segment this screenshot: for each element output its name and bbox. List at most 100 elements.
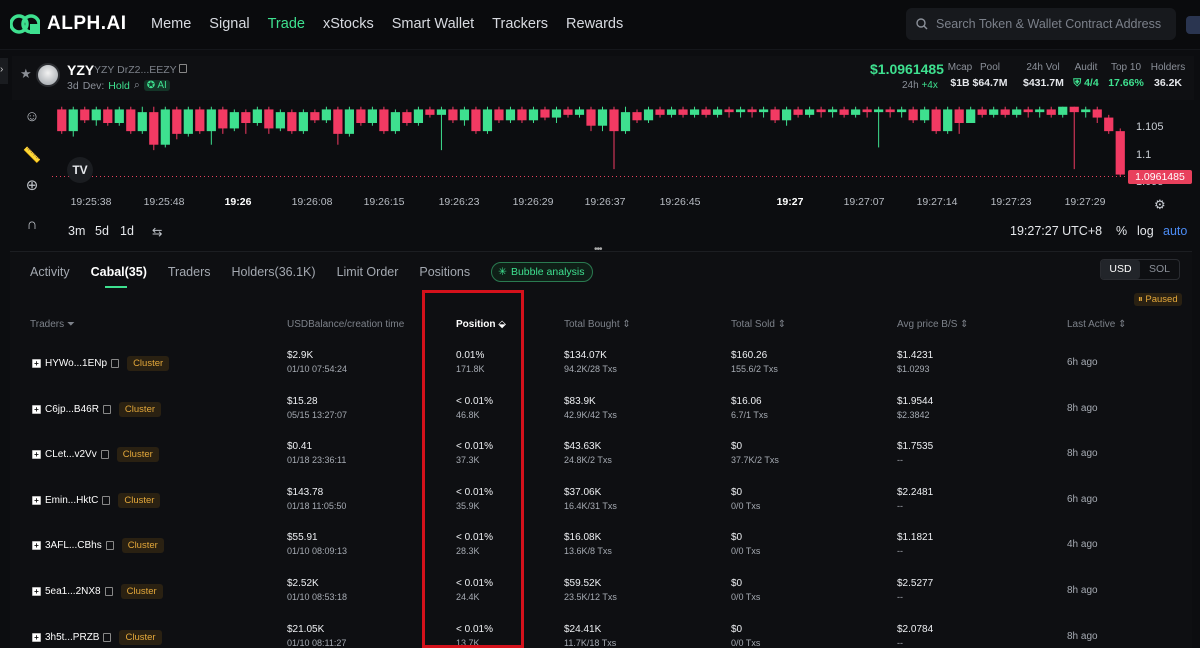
- price-chart[interactable]: [52, 100, 1128, 196]
- expand-icon[interactable]: +: [32, 587, 41, 596]
- expand-icon[interactable]: +: [32, 495, 41, 505]
- table-row[interactable]: + CLet...v2Vv Cluster $0.41 01/18 23:36:11 < …: [10, 432, 1192, 478]
- copy-icon[interactable]: [179, 64, 188, 73]
- date-range-icon[interactable]: ⇆: [152, 224, 162, 239]
- table-row[interactable]: +3h5t...PRZB Cluster $21.05K 01/10 08:11:27…: [10, 615, 1192, 648]
- trader-address[interactable]: 3AFL...CBhs: [45, 540, 102, 551]
- candle: [367, 106, 377, 126]
- candle: [160, 106, 170, 148]
- column-header-total-sold[interactable]: Total Sold ⇕: [731, 319, 786, 330]
- copy-icon[interactable]: [100, 450, 109, 460]
- table-row[interactable]: +5ea1...2NX8 Cluster $2.52K 01/10 08:53:18 <…: [10, 569, 1192, 615]
- token-age: 3d: [67, 79, 79, 92]
- table-row[interactable]: + HYWo...1ENp Cluster $2.9K 01/10 07:54:24 0.…: [10, 341, 1192, 387]
- expand-icon[interactable]: +: [32, 541, 41, 551]
- candle: [298, 109, 308, 134]
- nav-item-meme[interactable]: Meme: [151, 16, 191, 32]
- nav-item-rewards[interactable]: Rewards: [566, 16, 623, 32]
- cluster-badge[interactable]: Cluster: [120, 584, 163, 599]
- log-toggle[interactable]: log: [1137, 224, 1154, 238]
- candle-body: [91, 109, 101, 121]
- tab-limit-order[interactable]: Limit Order: [337, 265, 399, 279]
- candle: [149, 106, 159, 151]
- nav-item-trackers[interactable]: Trackers: [492, 16, 548, 32]
- nav-item-signal[interactable]: Signal: [209, 16, 249, 32]
- nav-item-xstocks[interactable]: xStocks: [323, 16, 374, 32]
- tab-positions[interactable]: Positions: [419, 265, 470, 279]
- candle: [989, 106, 999, 118]
- logo[interactable]: ALPH.AI: [10, 12, 127, 36]
- copy-icon[interactable]: [103, 632, 112, 642]
- trader-address[interactable]: Emin...HktC: [45, 495, 98, 506]
- cluster-badge[interactable]: Cluster: [118, 401, 162, 417]
- trader-address[interactable]: 3h5t...PRZB: [45, 632, 99, 643]
- sold-cell-secondary: 0/0 Txs: [731, 592, 761, 602]
- tab-activity[interactable]: Activity: [30, 265, 70, 279]
- percent-toggle[interactable]: %: [1116, 224, 1127, 238]
- expand-icon[interactable]: +: [32, 404, 41, 414]
- tab-traders[interactable]: Traders: [168, 265, 211, 279]
- sidebar-toggle[interactable]: ›: [0, 58, 8, 84]
- copy-icon[interactable]: [111, 359, 120, 368]
- magnet-icon[interactable]: ∩: [22, 216, 42, 236]
- copy-icon[interactable]: [104, 587, 113, 596]
- stat-value: 17.66%: [1108, 77, 1144, 89]
- tab-holders-k[interactable]: Holders(36.1K): [231, 265, 315, 279]
- trader-address[interactable]: 5ea1...2NX8: [45, 586, 101, 597]
- ai-badge[interactable]: ✪ AI: [143, 80, 170, 91]
- expand-icon[interactable]: +: [32, 632, 41, 642]
- trader-address[interactable]: C6jp...B46R: [45, 404, 99, 415]
- range-3m-button[interactable]: 3m: [68, 224, 85, 238]
- tradingview-logo[interactable]: TV: [67, 157, 93, 183]
- cluster-badge[interactable]: Cluster: [118, 492, 161, 508]
- bubble-analysis-label: Bubble analysis: [510, 266, 585, 278]
- search-box[interactable]: [906, 8, 1176, 40]
- copy-icon[interactable]: [105, 541, 114, 551]
- star-icon[interactable]: ★: [20, 66, 32, 82]
- avg-price-cell-secondary: $1.0293: [897, 364, 930, 374]
- balance-cell-primary: $21.05K: [287, 623, 325, 635]
- currency-sol[interactable]: SOL: [1140, 260, 1179, 279]
- cluster-badge[interactable]: Cluster: [127, 356, 170, 371]
- copy-icon[interactable]: [102, 495, 111, 505]
- token-address[interactable]: YZY DrZ2...EEZY: [94, 64, 188, 76]
- expand-icon[interactable]: +: [32, 450, 41, 460]
- bubble-analysis-button[interactable]: ✳ Bubble analysis: [491, 262, 594, 282]
- range-1d-button[interactable]: 1d: [120, 224, 134, 238]
- table-row[interactable]: + C6jp...B46R Cluster $15.28 05/15 13:27:07 <…: [10, 387, 1192, 433]
- cluster-badge[interactable]: Cluster: [116, 447, 159, 463]
- search-icon[interactable]: ⌕: [134, 79, 140, 92]
- time-axis-label: 19:27:07: [843, 196, 885, 208]
- paused-badge[interactable]: ⏸ Paused: [1134, 293, 1182, 306]
- column-header-avg-price-b-s[interactable]: Avg price B/S ⇕: [897, 319, 969, 330]
- gear-icon[interactable]: ⚙: [1154, 197, 1166, 213]
- tab-cabal[interactable]: Cabal(35): [91, 265, 147, 288]
- auto-toggle[interactable]: auto: [1163, 224, 1187, 238]
- copy-icon[interactable]: [102, 404, 111, 414]
- chart-clock[interactable]: 19:27:27 UTC+8: [1010, 224, 1102, 238]
- table-row[interactable]: + Emin...HktC Cluster $143.78 01/18 11:05:50…: [10, 478, 1192, 524]
- column-header-usdbalance-creation-time[interactable]: USDBalance/creation time: [287, 319, 404, 330]
- nav-item-smart-wallet[interactable]: Smart Wallet: [392, 16, 474, 32]
- cluster-badge[interactable]: Cluster: [119, 629, 162, 645]
- ruler-icon[interactable]: 📏: [22, 146, 42, 166]
- column-header-last-active[interactable]: Last Active ⇕: [1067, 319, 1127, 330]
- range-5d-button[interactable]: 5d: [95, 224, 109, 238]
- trader-address[interactable]: CLet...v2Vv: [45, 449, 97, 460]
- nav-item-trade[interactable]: Trade: [268, 16, 305, 32]
- nav-edge-button[interactable]: [1186, 16, 1200, 34]
- currency-usd[interactable]: USD: [1101, 260, 1140, 279]
- cluster-badge[interactable]: Cluster: [121, 538, 164, 554]
- trader-address[interactable]: HYWo...1ENp: [45, 358, 107, 369]
- table-row[interactable]: +3AFL...CBhs Cluster $55.91 01/10 08:09:13 <…: [10, 523, 1192, 569]
- column-header-traders[interactable]: Traders ⏷: [30, 319, 75, 330]
- expand-icon[interactable]: +: [32, 359, 41, 368]
- candle-body: [287, 112, 297, 132]
- sold-cell-primary: $0: [731, 532, 743, 544]
- search-input[interactable]: [936, 17, 1171, 31]
- zoom-in-icon[interactable]: ⊕: [22, 176, 42, 196]
- candle: [379, 106, 389, 134]
- sold-cell-secondary: 6.7/1 Txs: [731, 409, 768, 420]
- emoji-icon[interactable]: ☺: [22, 108, 42, 128]
- column-header-total-bought[interactable]: Total Bought ⇕: [564, 319, 631, 330]
